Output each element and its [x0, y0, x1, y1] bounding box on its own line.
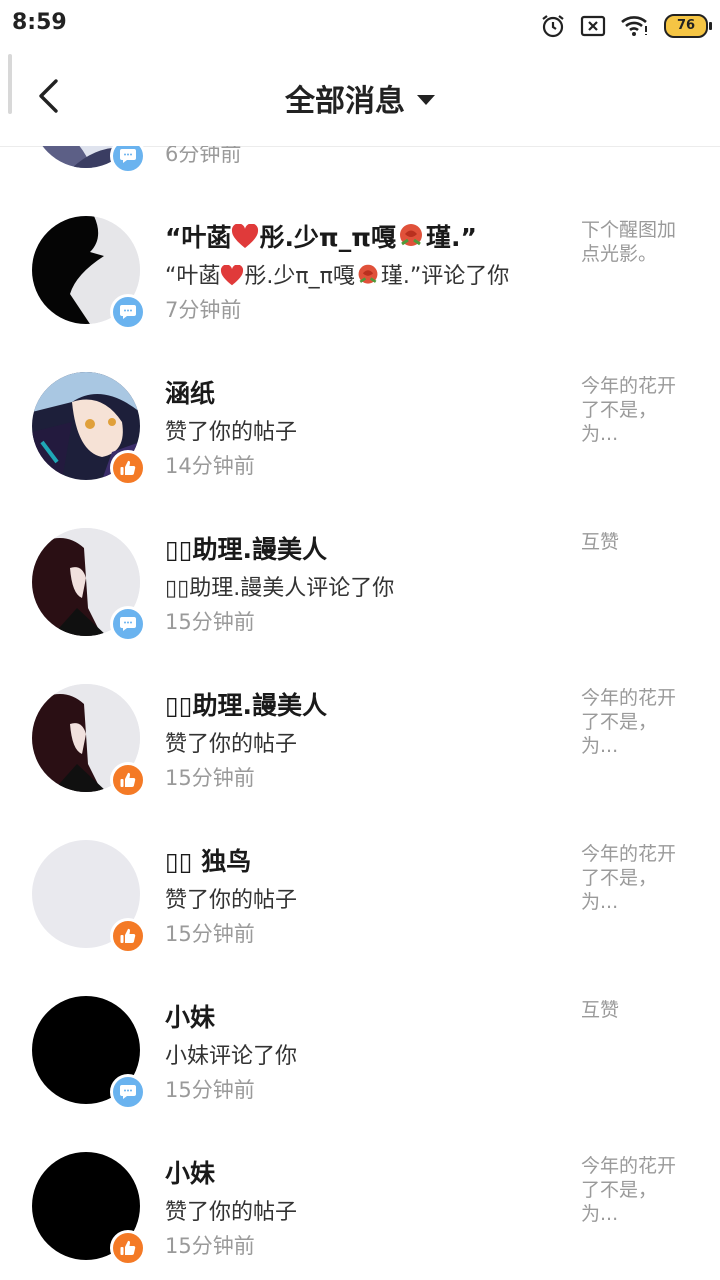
battery-level: 76 — [676, 18, 696, 33]
rose-emoji-icon — [400, 224, 422, 246]
thumbs-up-icon — [120, 1240, 136, 1255]
list-item[interactable]: 涵纸 赞了你的帖子 14分钟前 今年的花开了不是，为... — [0, 302, 720, 486]
status-bar: 8:59 76 — [0, 0, 720, 50]
message-list[interactable]: 6分钟前 “叶菡 彤.少π_π嘎 瑾.” “叶菡 彤.少π_π嘎 瑾.”评论了你 7分钟… — [0, 146, 720, 1280]
battery-icon: 76 — [664, 14, 712, 38]
sender-name[interactable]: ▯▯助理.謾美人 — [165, 530, 327, 566]
rose-emoji-icon — [358, 264, 378, 284]
action-text: 赞了你的帖子 — [165, 888, 298, 913]
list-item[interactable]: ▯▯ 独鸟 赞了你的帖子 15分钟前 今年的花开了不是，为... — [0, 770, 720, 954]
action-text: 赞了你的帖子 — [165, 732, 298, 757]
message-time: 15分钟前 — [165, 1234, 255, 1258]
action-text: 小妹评论了你 — [165, 1044, 298, 1069]
alarm-icon — [540, 13, 566, 39]
nav-header: 全部消息 — [0, 50, 720, 147]
like-badge — [110, 1230, 146, 1266]
action-text: 赞了你的帖子 — [165, 420, 298, 445]
post-preview[interactable]: 互赞 — [581, 530, 691, 554]
action-text: 赞了你的帖子 — [165, 1200, 298, 1225]
caret-down-icon — [417, 95, 435, 105]
page-title: 全部消息 — [285, 84, 405, 119]
sender-name[interactable]: ▯▯助理.謾美人 — [165, 686, 327, 722]
list-item[interactable]: ▯▯助理.謾美人 ▯▯助理.謾美人评论了你 15分钟前 互赞 — [0, 458, 720, 642]
post-preview[interactable]: 今年的花开了不是，为... — [581, 374, 691, 446]
sender-name[interactable]: ▯▯ 独鸟 — [165, 842, 251, 878]
action-text: ▯▯助理.謾美人评论了你 — [165, 576, 395, 601]
heart-emoji-icon — [221, 265, 244, 286]
heart-emoji-icon — [232, 224, 259, 248]
list-item[interactable]: “叶菡 彤.少π_π嘎 瑾.” “叶菡 彤.少π_π嘎 瑾.”评论了你 7分钟前 下个醒… — [0, 146, 720, 330]
list-item[interactable]: ▯▯助理.謾美人 赞了你的帖子 15分钟前 今年的花开了不是，为... — [0, 614, 720, 798]
post-preview[interactable]: 今年的花开了不是，为... — [581, 842, 691, 914]
post-preview[interactable]: 下个醒图加点光影。 — [581, 218, 691, 266]
sender-name[interactable]: 小妹 — [165, 1154, 215, 1190]
wifi-icon — [620, 14, 650, 38]
sender-name[interactable]: “叶菡 彤.少π_π嘎 瑾.” — [165, 218, 477, 254]
list-item[interactable]: 小妹 赞了你的帖子 15分钟前 今年的花开了不是，为... — [0, 1082, 720, 1266]
action-text: “叶菡 彤.少π_π嘎 瑾.”评论了你 — [165, 264, 510, 289]
post-preview[interactable]: 今年的花开了不是，为... — [581, 686, 691, 758]
list-item[interactable]: 小妹 小妹评论了你 15分钟前 互赞 — [0, 926, 720, 1110]
sender-name[interactable]: 涵纸 — [165, 374, 215, 410]
post-preview[interactable]: 今年的花开了不是，为... — [581, 1154, 691, 1226]
no-sim-icon — [580, 14, 606, 38]
status-icons: 76 — [540, 12, 712, 40]
sender-name[interactable]: 小妹 — [165, 998, 215, 1034]
title-dropdown[interactable]: 全部消息 — [0, 76, 720, 120]
status-time: 8:59 — [12, 10, 67, 35]
avatar-wrapper[interactable] — [32, 1152, 146, 1266]
post-preview[interactable]: 互赞 — [581, 998, 691, 1022]
